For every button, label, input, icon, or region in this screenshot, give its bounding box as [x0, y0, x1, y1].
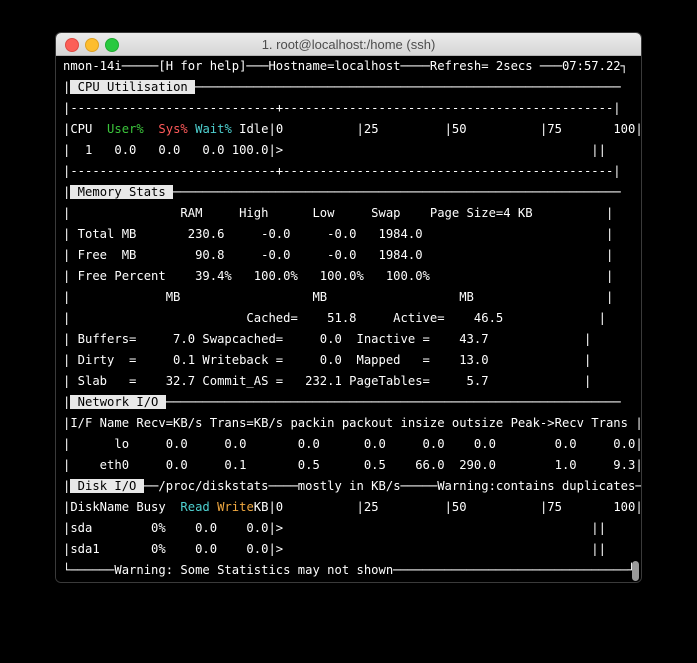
write-label: Write	[217, 500, 254, 514]
cpu-row-1: | 1 0.0 0.0 0.0 100.0|> ||	[63, 143, 606, 157]
memory-line: | Free Percent 39.4% 100.0% 100.0% 100.0…	[63, 269, 614, 283]
cpu-section-header: | CPU Utilisation ──────────────────────…	[63, 80, 621, 94]
disk-columns: |DiskName Busy Read WriteKB|0 |25 |50 |7…	[63, 500, 641, 514]
memory-line: | Cached= 51.8 Active= 46.5 |	[63, 311, 606, 325]
memory-line: | Slab = 32.7 Commit_AS = 232.1 PageTabl…	[63, 374, 592, 388]
memory-section-header: | Memory Stats ─────────────────────────…	[63, 185, 621, 199]
cpu-columns: |CPU User% Sys% Wait% Idle|0 |25 |50 |75…	[63, 122, 641, 136]
network-section-header: | Network I/O ──────────────────────────…	[63, 395, 621, 409]
nmon-footer: └──────Warning: Some Statistics may not …	[63, 563, 636, 577]
memory-line: | Total MB 230.6 -0.0 -0.0 1984.0 |	[63, 227, 614, 241]
read-label: Read	[180, 500, 210, 514]
memory-line: | Free MB 90.8 -0.0 -0.0 1984.0 |	[63, 248, 614, 262]
wait-percent-label: Wait%	[195, 122, 232, 136]
memory-line: | MB MB MB |	[63, 290, 614, 304]
network-row-eth0: | eth0 0.0 0.1 0.5 0.5 66.0 290.0 1.0 9.…	[63, 458, 641, 472]
sys-percent-label: Sys%	[158, 122, 188, 136]
disk-row-sda1: |sda1 0% 0.0 0.0|> ||	[63, 542, 606, 556]
cpu-section-title: CPU Utilisation	[70, 80, 196, 94]
disk-section-title: Disk I/O	[70, 479, 144, 493]
disk-section-header: | Disk I/O ──/proc/diskstats────mostly i…	[63, 479, 641, 493]
nmon-top-bar: nmon-14i─────[H for help]───Hostname=loc…	[63, 59, 628, 73]
window-title: 1. root@localhost:/home (ssh)	[261, 37, 436, 52]
memory-line: | RAM High Low Swap Page Size=4 KB |	[63, 206, 614, 220]
cpu-rule: |----------------------------+----------…	[63, 101, 621, 115]
terminal-window: 1. root@localhost:/home (ssh) nmon-14i──…	[56, 33, 641, 582]
cpu-rule-bottom: |----------------------------+----------…	[63, 164, 621, 178]
network-row-lo: | lo 0.0 0.0 0.0 0.0 0.0 0.0 0.0 0.0|	[63, 437, 641, 451]
network-section-title: Network I/O	[70, 395, 166, 409]
memory-line: | Buffers= 7.0 Swapcached= 0.0 Inactive …	[63, 332, 592, 346]
terminal-content[interactable]: nmon-14i─────[H for help]───Hostname=loc…	[56, 56, 641, 582]
user-percent-label: User%	[107, 122, 144, 136]
vertical-scrollbar[interactable]	[632, 561, 639, 581]
network-columns: |I/F Name Recv=KB/s Trans=KB/s packin pa…	[63, 416, 641, 430]
memory-section-title: Memory Stats	[70, 185, 174, 199]
memory-line: | Dirty = 0.1 Writeback = 0.0 Mapped = 1…	[63, 353, 592, 367]
title-bar: 1. root@localhost:/home (ssh)	[56, 33, 641, 56]
disk-row-sda: |sda 0% 0.0 0.0|> ||	[63, 521, 606, 535]
